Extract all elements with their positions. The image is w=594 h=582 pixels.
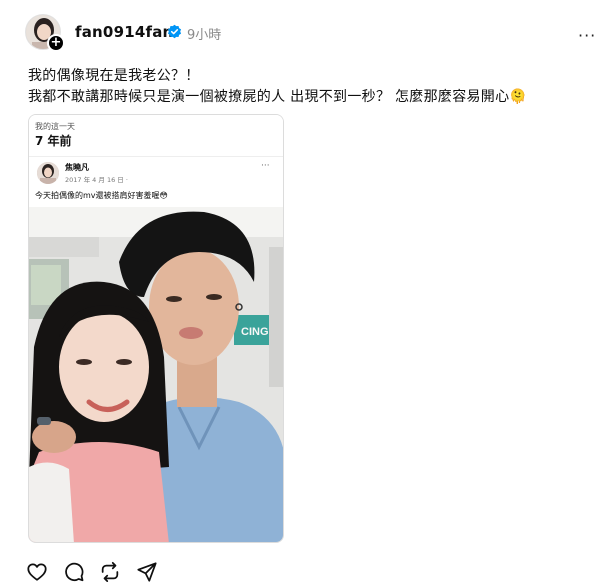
share-icon	[137, 562, 157, 582]
verified-badge-icon	[167, 24, 182, 39]
caption-line: 我的偶像現在是我老公？！	[28, 68, 200, 84]
memory-label: 我的這一天	[35, 122, 75, 131]
post-caption: 我的偶像現在是我老公？！ 我都不敢講那時候只是演一個被撩屍的人 出現不到一秒？ …	[28, 66, 527, 108]
selfie-photo: CING	[29, 207, 283, 542]
embedded-post-text: 今天拍偶像的mv還被搭肩好害羞喔😳	[35, 191, 168, 200]
like-icon	[27, 563, 47, 581]
share-button[interactable]	[136, 561, 158, 582]
comment-icon	[65, 562, 84, 582]
memory-years: 7 年前	[35, 134, 72, 148]
embedded-post: 焦曉凡 2017 年 4 月 16 日 · ··· 今天拍偶像的mv還被搭肩好害…	[29, 157, 283, 207]
more-options-icon[interactable]: ···	[578, 26, 594, 45]
comment-button[interactable]	[63, 561, 85, 582]
memory-header: 我的這一天 7 年前	[29, 115, 283, 155]
post-header: + fan0914fan 9小時 ···	[25, 14, 594, 54]
repost-icon	[101, 561, 119, 582]
caption-line: 我都不敢講那時候只是演一個被撩屍的人 出現不到一秒？ 怎麼那麼容易開心🫠	[28, 89, 528, 105]
author-avatar[interactable]: +	[25, 14, 65, 52]
post-time: 9小時	[187, 28, 222, 43]
like-button[interactable]	[26, 561, 48, 582]
repost-button[interactable]	[99, 561, 121, 582]
embedded-avatar	[37, 162, 59, 184]
follow-plus-icon[interactable]: +	[47, 34, 65, 52]
embedded-post-date: 2017 年 4 月 16 日 ·	[65, 176, 128, 184]
embedded-author-name: 焦曉凡	[65, 163, 89, 172]
post-image-card[interactable]: 我的這一天 7 年前 焦曉凡 2017 年 4 月 16 日 · ··· 今天拍…	[28, 114, 284, 543]
background-sign-text: CING	[241, 326, 269, 338]
username[interactable]: fan0914fan	[75, 23, 173, 41]
embedded-more-icon: ···	[261, 161, 270, 171]
